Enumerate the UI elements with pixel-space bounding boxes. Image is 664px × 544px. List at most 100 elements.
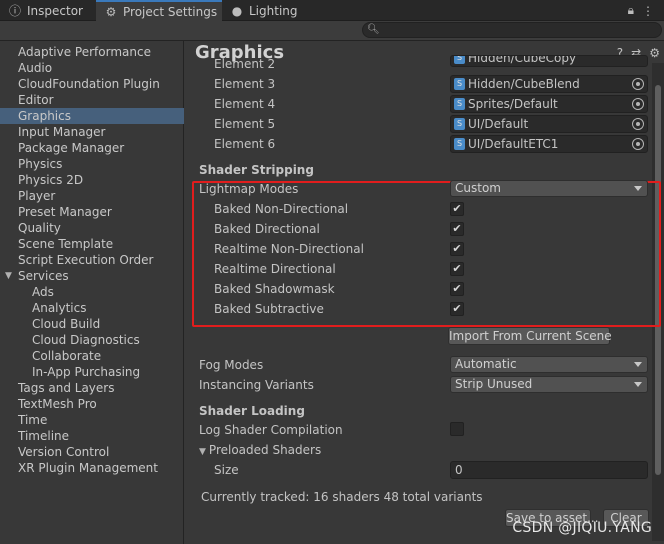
sidebar-item-graphics[interactable]: Graphics [0,108,184,124]
shader-name: UI/Default [468,117,529,131]
element-label: Element 5 [214,117,276,131]
element-label: Element 4 [214,97,276,111]
sidebar-item-collaborate[interactable]: Collaborate [0,348,184,364]
sidebar-item-in-app-purchasing[interactable]: In-App Purchasing [0,364,184,380]
foldout-arrow-icon: ▼ [199,447,206,457]
size-field[interactable]: 0 [450,461,648,479]
sidebar-item-label: Package Manager [18,141,125,155]
import-from-scene-button[interactable]: Import From Current Scene [448,327,612,345]
log-shader-compilation-checkbox[interactable] [450,422,464,436]
element-label: Element 2 [214,57,276,71]
shader-object-field[interactable]: S Hidden/CubeCopy [450,55,648,67]
sidebar-item-label: TextMesh Pro [18,397,97,411]
stripping-option-checkbox[interactable]: ✔ [450,222,464,236]
size-value: 0 [455,463,463,477]
sidebar-item-label: Ads [32,285,54,299]
shader-object-field[interactable]: S UI/Default [450,115,648,133]
tab-label: Project Settings [123,4,218,19]
sidebar-item-label: Editor [18,93,54,107]
object-picker-icon[interactable] [632,78,644,90]
sidebar-item-label: Audio [18,61,53,75]
stripping-option-label: Baked Shadowmask [214,282,335,296]
shader-object-field[interactable]: S UI/DefaultETC1 [450,135,648,153]
sidebar-item-label: Player [18,189,56,203]
sidebar-item-timeline[interactable]: Timeline [0,428,184,444]
sidebar-item-editor[interactable]: Editor [0,92,184,108]
object-picker-icon[interactable] [632,98,644,110]
sidebar-item-physics-2d[interactable]: Physics 2D [0,172,184,188]
shader-object-field[interactable]: S Sprites/Default [450,95,648,113]
stripping-option-label: Realtime Directional [214,262,336,276]
sidebar-item-ads[interactable]: Ads [0,284,184,300]
sidebar-item-physics[interactable]: Physics [0,156,184,172]
fog-modes-label: Fog Modes [199,358,264,372]
tab-label: Inspector [27,3,83,18]
sidebar-item-preset-manager[interactable]: Preset Manager [0,204,184,220]
sidebar-item-time[interactable]: Time [0,412,184,428]
lightmap-modes-dropdown[interactable]: Custom [450,180,648,197]
stripping-option-label: Baked Subtractive [214,302,324,316]
shader-stripping-heading: Shader Stripping [199,163,314,177]
sidebar-item-label: Physics [18,157,63,171]
instancing-variants-label: Instancing Variants [199,378,314,392]
sidebar-item-tags-and-layers[interactable]: Tags and Layers [0,380,184,396]
sidebar-item-label: Scene Template [18,237,114,251]
sidebar-item-label: Analytics [32,301,87,315]
sidebar-item-cloud-build[interactable]: Cloud Build [0,316,184,332]
sidebar-item-textmesh-pro[interactable]: TextMesh Pro [0,396,184,412]
foldout-arrow-icon[interactable]: ▼ [5,268,12,284]
object-picker-icon[interactable] [632,138,644,150]
preloaded-shaders-foldout[interactable]: ▼ Preloaded Shaders [199,442,321,460]
stripping-option-checkbox[interactable]: ✔ [450,262,464,276]
preloaded-shaders-label: Preloaded Shaders [208,443,322,457]
stripping-option-checkbox[interactable]: ✔ [450,302,464,316]
sidebar-item-quality[interactable]: Quality [0,220,184,236]
sidebar-item-script-execution-order[interactable]: Script Execution Order [0,252,184,268]
settings-sidebar: Adaptive Performance Audio CloudFoundation… [0,41,184,544]
tab-bar-controls: 🔒︎ ⋮ [628,0,664,21]
sidebar-item-label: XR Plugin Management [18,461,158,475]
lock-icon[interactable]: 🔒︎ [628,3,634,18]
tab-project-settings[interactable]: ⚙ Project Settings [96,0,222,21]
sidebar-item-player[interactable]: Player [0,188,184,204]
sidebar-item-label: In-App Purchasing [32,365,141,379]
search-input[interactable]: 🔍︎ [362,22,662,38]
stripping-option-checkbox[interactable]: ✔ [450,242,464,256]
shader-icon: S [454,78,465,90]
sidebar-item-adaptive-performance[interactable]: Adaptive Performance [0,44,184,60]
sidebar-item-services[interactable]: ▼ Services [0,268,184,284]
sidebar-item-analytics[interactable]: Analytics [0,300,184,316]
shader-object-field[interactable]: S Hidden/CubeBlend [450,75,648,93]
search-row: 🔍︎ [0,21,664,41]
sidebar-item-package-manager[interactable]: Package Manager [0,140,184,156]
sidebar-item-input-manager[interactable]: Input Manager [0,124,184,140]
stripping-option-checkbox[interactable]: ✔ [450,282,464,296]
object-picker-icon[interactable] [632,118,644,130]
size-label: Size [214,463,239,477]
sidebar-item-cloudfoundation-plugin[interactable]: CloudFoundation Plugin [0,76,184,92]
sidebar-item-xr-plugin-management[interactable]: XR Plugin Management [0,460,184,476]
fog-modes-dropdown[interactable]: Automatic [450,356,648,373]
sidebar-item-label: Quality [18,221,61,235]
instancing-variants-dropdown[interactable]: Strip Unused [450,376,648,393]
tracked-shaders-text: Currently tracked: 16 shaders 48 total v… [201,490,483,504]
dropdown-value: Automatic [455,357,517,371]
more-options-icon[interactable]: ⋮ [642,4,654,18]
watermark: CSDN @JIQIU.YANG [512,520,652,536]
shader-loading-heading: Shader Loading [199,404,305,418]
element-label: Element 3 [214,77,276,91]
sidebar-item-audio[interactable]: Audio [0,60,184,76]
tab-lighting[interactable]: ● Lighting [222,0,308,21]
settings-gear-icon[interactable]: ⚙ [649,46,660,60]
sidebar-item-label: Input Manager [18,125,106,139]
shader-name: Sprites/Default [468,97,558,111]
sidebar-item-version-control[interactable]: Version Control [0,444,184,460]
sidebar-item-label: Tags and Layers [18,381,115,395]
sidebar-item-cloud-diagnostics[interactable]: Cloud Diagnostics [0,332,184,348]
sidebar-item-scene-template[interactable]: Scene Template [0,236,184,252]
dropdown-arrow-icon [634,362,642,367]
dropdown-arrow-icon [634,186,642,191]
stripping-option-checkbox[interactable]: ✔ [450,202,464,216]
shader-name: Hidden/CubeCopy [468,55,577,65]
tab-inspector[interactable]: ⓘ Inspector [0,0,96,21]
